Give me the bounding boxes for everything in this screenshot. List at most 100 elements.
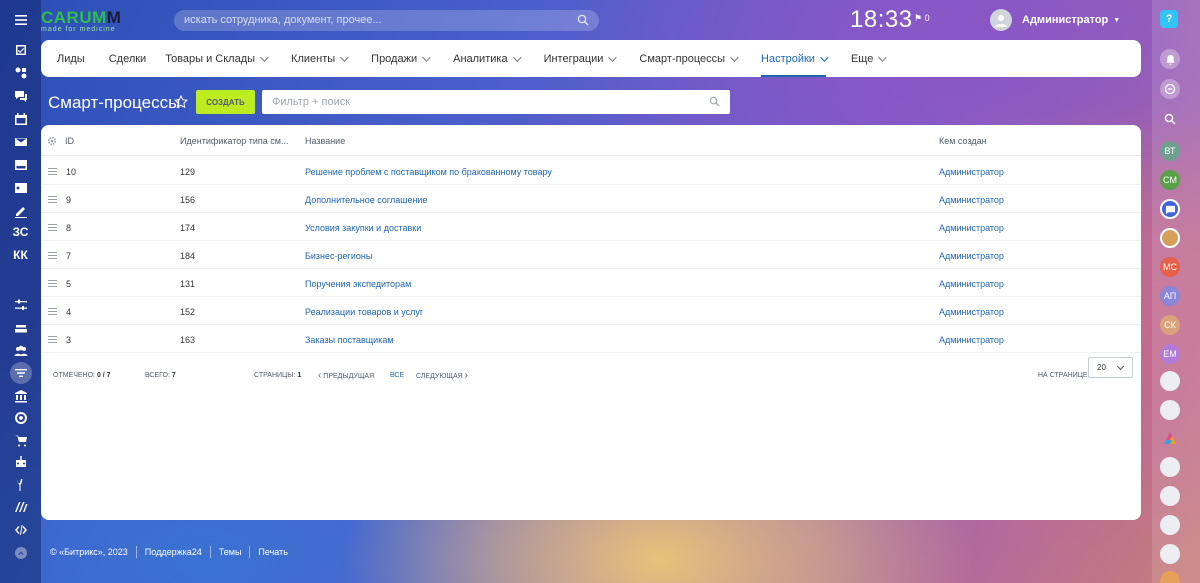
star-icon[interactable] — [174, 95, 188, 109]
per-page-select[interactable]: 20 — [1088, 357, 1133, 378]
drag-handle-icon[interactable] — [48, 252, 57, 259]
notifications-bell-icon[interactable] — [1160, 49, 1180, 69]
drive-icon[interactable] — [0, 154, 41, 176]
tasks-icon[interactable] — [0, 39, 41, 61]
cell-name-link[interactable]: Решение проблем с поставщиком по бракова… — [305, 167, 552, 177]
themes-link[interactable]: Темы — [211, 547, 250, 557]
cell-author-link[interactable]: Администратор — [939, 307, 1004, 317]
chat-icon[interactable] — [0, 85, 41, 107]
search-icon[interactable] — [577, 14, 589, 26]
nav-integrations[interactable]: Интеграции — [544, 40, 618, 77]
target-icon[interactable] — [0, 407, 41, 429]
nav-smart-processes[interactable]: Смарт-процессы — [639, 40, 739, 77]
cell-name-link[interactable]: Условия закупки и доставки — [305, 223, 421, 233]
work-day-flag[interactable]: ⚑ 0 — [914, 13, 930, 24]
help-button[interactable]: ? — [1160, 10, 1178, 28]
drag-handle-icon[interactable] — [48, 224, 57, 231]
drag-handle-icon[interactable] — [48, 196, 57, 203]
colorful-app-icon[interactable] — [1160, 429, 1180, 449]
contact-avatar-blank[interactable] — [1160, 371, 1180, 391]
contact-avatar-sm[interactable]: СМ — [1160, 170, 1180, 190]
sidebar-search-icon[interactable] — [1160, 109, 1180, 129]
drag-handle-icon[interactable] — [48, 168, 57, 175]
code-icon[interactable] — [0, 519, 41, 541]
cell-author-link[interactable]: Администратор — [939, 223, 1004, 233]
cell-author-link[interactable]: Администратор — [939, 167, 1004, 177]
cell-author-link[interactable]: Администратор — [939, 335, 1004, 345]
cell-author-link[interactable]: Администратор — [939, 195, 1004, 205]
sliders-icon[interactable] — [0, 294, 41, 316]
menu-burger-icon[interactable] — [0, 9, 41, 31]
column-header-type-id[interactable]: Идентификатор типа см... — [180, 136, 288, 146]
nav-products[interactable]: Товары и Склады — [165, 40, 269, 77]
contact-photo-avatar[interactable] — [1160, 228, 1180, 248]
table-row[interactable]: 8 174 Условия закупки и доставки Админис… — [41, 213, 1141, 241]
contacts-icon[interactable] — [0, 177, 41, 199]
all-pages-link[interactable]: ВСЕ — [390, 372, 404, 379]
search-icon[interactable] — [709, 96, 720, 107]
cell-name-link[interactable]: Бизнес-регионы — [305, 251, 372, 261]
filter-search-input[interactable]: Фильтр + поиск — [262, 90, 730, 114]
next-page-button[interactable]: СЛЕДУЮЩАЯ › — [416, 371, 468, 381]
nav-settings[interactable]: Настройки — [761, 40, 829, 77]
create-button[interactable]: СОЗДАТЬ — [196, 90, 255, 114]
calendar-icon[interactable] — [0, 108, 41, 130]
contact-avatar-blank[interactable] — [1160, 486, 1180, 506]
stack-icon[interactable] — [0, 317, 41, 339]
nav-sales[interactable]: Продажи — [371, 40, 431, 77]
drag-handle-icon[interactable] — [48, 336, 57, 343]
table-row[interactable]: 10 129 Решение проблем с поставщиком по … — [41, 157, 1141, 185]
contact-avatar-blank[interactable] — [1160, 544, 1180, 564]
marketplace-icon[interactable] — [0, 496, 41, 518]
robot-icon[interactable] — [0, 451, 41, 473]
table-row[interactable]: 9 156 Дополнительное соглашение Админист… — [41, 185, 1141, 213]
leftbar-item-zs[interactable]: ЗС — [0, 221, 41, 243]
cart-icon[interactable] — [0, 429, 41, 451]
contact-avatar-sk[interactable]: СК — [1160, 315, 1180, 335]
nav-analytics[interactable]: Аналитика — [453, 40, 522, 77]
logo[interactable]: CARUMM made for medicine — [41, 9, 121, 35]
table-row[interactable]: 7 184 Бизнес-регионы Администратор — [41, 241, 1141, 269]
nav-more[interactable]: Еще — [851, 40, 888, 77]
open-channels-icon[interactable] — [1160, 79, 1180, 99]
clock[interactable]: 18:33 — [850, 6, 913, 34]
column-header-author[interactable]: Кем создан — [939, 136, 987, 146]
contact-avatar-em[interactable]: ЕМ — [1160, 344, 1180, 364]
drag-handle-icon[interactable] — [48, 308, 57, 315]
print-link[interactable]: Печать — [250, 547, 295, 557]
global-search-input[interactable]: искать сотрудника, документ, прочее... — [174, 10, 599, 31]
cell-name-link[interactable]: Поручения экспедиторам — [305, 279, 411, 289]
table-row[interactable]: 3 163 Заказы поставщикам Администратор — [41, 325, 1141, 353]
collapse-up-icon[interactable] — [0, 542, 41, 564]
cell-author-link[interactable]: Администратор — [939, 251, 1004, 261]
table-row[interactable]: 5 131 Поручения экспедиторам Администрат… — [41, 269, 1141, 297]
crm-icon[interactable] — [0, 62, 41, 84]
column-header-name[interactable]: Название — [305, 136, 345, 146]
column-header-id[interactable]: ID — [65, 136, 74, 146]
user-menu[interactable]: Администратор ▼ — [990, 8, 1120, 32]
cell-author-link[interactable]: Администратор — [939, 279, 1004, 289]
contact-avatar-blank[interactable] — [1160, 515, 1180, 535]
contact-avatar-ms[interactable]: МС — [1160, 257, 1180, 277]
bank-icon[interactable] — [0, 385, 41, 407]
nav-clients[interactable]: Клиенты — [291, 40, 349, 77]
filter-funnel-icon[interactable] — [0, 362, 41, 384]
group-chat-icon[interactable] — [1160, 199, 1180, 219]
mail-icon[interactable] — [0, 131, 41, 153]
table-row[interactable]: 4 152 Реализации товаров и услуг Админис… — [41, 297, 1141, 325]
nav-deals[interactable]: Сделки — [109, 40, 147, 77]
pages-value[interactable]: 1 — [297, 372, 301, 379]
gear-icon[interactable] — [47, 136, 57, 146]
contact-avatar-blank[interactable] — [1160, 457, 1180, 477]
drag-handle-icon[interactable] — [48, 280, 57, 287]
leftbar-item-kk[interactable]: КК — [0, 244, 41, 266]
cell-name-link[interactable]: Реализации товаров и услуг — [305, 307, 423, 317]
support-link[interactable]: Поддержка24 — [137, 547, 210, 557]
cell-name-link[interactable]: Заказы поставщикам — [305, 335, 394, 345]
tools-icon[interactable] — [0, 474, 41, 496]
contact-avatar-blank[interactable] — [1160, 400, 1180, 420]
cell-name-link[interactable]: Дополнительное соглашение — [305, 195, 427, 205]
sign-icon[interactable] — [0, 200, 41, 222]
contact-avatar-vt[interactable]: ВТ — [1160, 141, 1180, 161]
prev-page-button[interactable]: ‹ ПРЕДЫДУЩАЯ — [318, 371, 374, 381]
